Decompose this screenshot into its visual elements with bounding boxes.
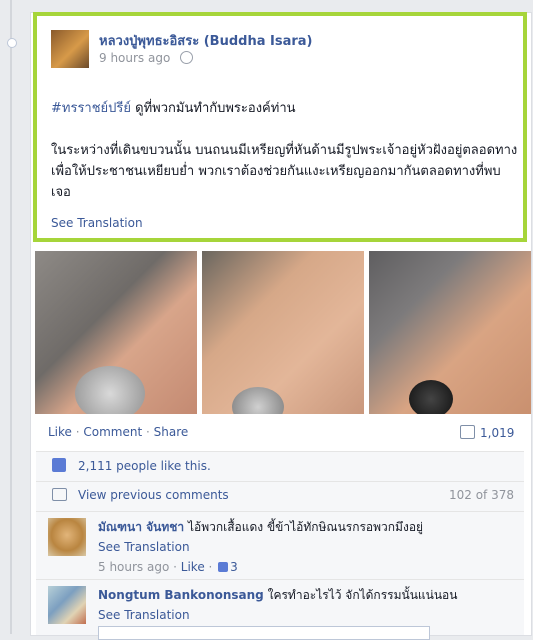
like-button[interactable]: Like bbox=[48, 425, 72, 439]
comment-body: มัณฑนา จันทชา ไอ้พวกเสื้อแดง ขี้ข้าไอ้ทั… bbox=[98, 517, 518, 577]
likes-row: 2,111 people like this. bbox=[36, 451, 524, 481]
commenter-avatar[interactable] bbox=[48, 586, 86, 624]
hashtag-link[interactable]: #ทรราชย์ปรีย์ bbox=[51, 101, 131, 116]
view-previous-comments-link[interactable]: View previous comments bbox=[78, 488, 229, 502]
globe-icon[interactable] bbox=[180, 51, 194, 64]
separator: · bbox=[71, 425, 84, 439]
comment: มัณฑนา จันทชา ไอ้พวกเสื้อแดง ขี้ข้าไอ้ทั… bbox=[36, 511, 524, 579]
coin-image-1 bbox=[75, 366, 145, 414]
share-button[interactable]: Share bbox=[154, 425, 189, 439]
post-headline: #ทรราชย์ปรีย์ ดูที่พวกมันทำกับพระองค์ท่า… bbox=[51, 98, 519, 119]
comment-text: ใครทำอะไรไว้ จักได้กรรมนั้นแน่นอน bbox=[263, 588, 458, 602]
reply-input[interactable] bbox=[98, 626, 430, 640]
post-meta: 9 hours ago bbox=[99, 51, 194, 65]
post-actions: Like · Comment · Share bbox=[48, 425, 188, 439]
commenter-name[interactable]: Nongtum Bankononsang bbox=[98, 588, 264, 602]
timeline-line bbox=[10, 0, 12, 634]
comment-text: ไอ้พวกเสื้อแดง ขี้ข้าไอ้ทักษิณนรกรอพวกมึ… bbox=[184, 520, 424, 534]
comment-button[interactable]: Comment bbox=[83, 425, 142, 439]
view-previous-comments-row: View previous comments 102 of 378 bbox=[36, 481, 524, 511]
comment-count[interactable]: 1,019 bbox=[460, 425, 514, 440]
speech-bubble-icon bbox=[52, 488, 67, 501]
comments-count: 102 of 378 bbox=[448, 488, 514, 502]
comment-count-value: 1,019 bbox=[480, 426, 515, 440]
post-time[interactable]: 9 hours ago bbox=[99, 51, 170, 65]
headline-text: ดูที่พวกมันทำกับพระองค์ท่าน bbox=[131, 101, 296, 116]
post-text: #ทรราชย์ปรีย์ ดูที่พวกมันทำกับพระองค์ท่า… bbox=[51, 98, 519, 203]
timeline-dot bbox=[7, 38, 17, 48]
highlighted-post: หลวงปู่พุทธะอิสระ (Buddha Isara) 9 hours… bbox=[33, 12, 527, 242]
comment-like-count[interactable]: 3 bbox=[230, 560, 238, 574]
author-name[interactable]: หลวงปู่พุทธะอิสระ (Buddha Isara) bbox=[99, 30, 312, 51]
likes-text[interactable]: 2,111 people like this. bbox=[78, 459, 211, 473]
see-translation-link[interactable]: See Translation bbox=[98, 605, 518, 625]
comment-icon bbox=[460, 425, 475, 439]
photo-1[interactable] bbox=[35, 251, 197, 414]
author-avatar[interactable] bbox=[51, 30, 89, 68]
separator: · bbox=[142, 425, 154, 439]
commenter-name[interactable]: มัณฑนา จันทชา bbox=[98, 520, 184, 534]
comment-meta: 5 hours ago · Like · 3 bbox=[98, 560, 238, 574]
comment-like-button[interactable]: Like bbox=[181, 560, 205, 574]
photo-2[interactable] bbox=[202, 251, 364, 414]
post-body: ในระหว่างที่เดินขบวนนั้น บนถนนมีเหรียญที… bbox=[51, 143, 518, 200]
thumbs-up-icon bbox=[52, 458, 66, 472]
thumbs-up-icon bbox=[218, 562, 229, 572]
coin-image-2 bbox=[232, 387, 284, 414]
comment-time[interactable]: 5 hours ago bbox=[98, 560, 169, 574]
comment-body: Nongtum Bankononsang ใครทำอะไรไว้ จักได้… bbox=[98, 585, 518, 625]
photo-3[interactable] bbox=[369, 251, 531, 414]
see-translation-link[interactable]: See Translation bbox=[98, 537, 518, 557]
commenter-avatar[interactable] bbox=[48, 518, 86, 556]
see-translation-link[interactable]: See Translation bbox=[51, 216, 143, 230]
coin-image-3 bbox=[409, 380, 453, 414]
